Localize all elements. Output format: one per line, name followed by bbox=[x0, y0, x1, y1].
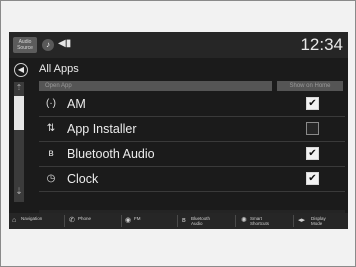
app-label: Bluetooth Audio bbox=[67, 147, 155, 161]
nav-divider bbox=[64, 215, 65, 227]
nav-bluetooth-audio[interactable]: ʙ Bluetooth Audio bbox=[182, 214, 228, 228]
clock-display: 12:34 bbox=[300, 35, 343, 54]
show-on-home-checkbox[interactable]: ✔ bbox=[306, 97, 319, 110]
app-row-clock[interactable]: ◷ Clock ✔ bbox=[39, 167, 345, 192]
display-mode-icon: ◂▸ bbox=[298, 217, 306, 224]
bluetooth-icon: ʙ bbox=[182, 217, 186, 224]
nav-navigation[interactable]: ⌂ Navigation bbox=[12, 214, 58, 228]
head-unit-screen: Audio Source ♪ ◀▮ 12:34 ◀ All Apps Open … bbox=[9, 32, 348, 229]
nav-divider bbox=[121, 215, 122, 227]
title-row: ◀ All Apps bbox=[9, 59, 348, 81]
nav-divider bbox=[235, 215, 236, 227]
bluetooth-icon: ʙ bbox=[48, 148, 54, 159]
bottom-nav-bar: ⌂ Navigation ✆ Phone ◉ FM ʙ Bluetooth Au… bbox=[9, 213, 348, 229]
clock-icon: ◷ bbox=[46, 173, 56, 184]
show-on-home-checkbox[interactable]: ✔ bbox=[306, 172, 319, 185]
app-label: App Installer bbox=[67, 122, 137, 136]
nav-smart-shortcuts[interactable]: ✺ Smart Shortcuts bbox=[241, 214, 287, 228]
speaker-icon[interactable]: ◀▮ bbox=[58, 37, 71, 51]
media-icon[interactable]: ♪ bbox=[42, 39, 54, 51]
app-row-am[interactable]: (·) AM ✔ bbox=[39, 92, 345, 117]
manual-page-frame: Audio Source ♪ ◀▮ 12:34 ◀ All Apps Open … bbox=[0, 0, 356, 267]
show-on-home-checkbox[interactable]: ✔ bbox=[306, 147, 319, 160]
nav-fm[interactable]: ◉ FM bbox=[125, 214, 165, 228]
nav-phone[interactable]: ✆ Phone bbox=[69, 214, 109, 228]
column-header-show-on-home: Show on Home bbox=[277, 81, 343, 91]
audio-source-button[interactable]: Audio Source bbox=[13, 37, 37, 53]
nav-divider bbox=[293, 215, 294, 227]
nav-divider bbox=[177, 215, 178, 227]
smart-shortcuts-icon: ✺ bbox=[241, 217, 247, 224]
page-title: All Apps bbox=[39, 63, 79, 75]
navigation-icon: ⌂ bbox=[12, 217, 17, 224]
app-label: AM bbox=[67, 97, 86, 111]
row-divider bbox=[39, 191, 345, 192]
scroll-up-icon[interactable]: ⇡ bbox=[14, 82, 24, 94]
phone-icon: ✆ bbox=[69, 217, 75, 224]
fm-icon: ◉ bbox=[125, 217, 132, 224]
nav-display-mode[interactable]: ◂▸ Display Mode bbox=[298, 214, 346, 228]
radio-icon: (·) bbox=[46, 98, 56, 109]
app-installer-icon: ⇅ bbox=[46, 123, 56, 134]
back-icon[interactable]: ◀ bbox=[14, 63, 28, 77]
scroll-down-icon[interactable]: ⇣ bbox=[14, 184, 24, 198]
show-on-home-checkbox[interactable] bbox=[306, 122, 319, 135]
app-row-bluetooth-audio[interactable]: ʙ Bluetooth Audio ✔ bbox=[39, 142, 345, 167]
status-bar: Audio Source ♪ ◀▮ 12:34 bbox=[9, 32, 348, 58]
app-label: Clock bbox=[67, 172, 99, 186]
scrollbar-thumb[interactable] bbox=[14, 96, 24, 130]
column-header-open-app: Open App bbox=[39, 81, 272, 91]
app-row-app-installer[interactable]: ⇅ App Installer bbox=[39, 117, 345, 142]
